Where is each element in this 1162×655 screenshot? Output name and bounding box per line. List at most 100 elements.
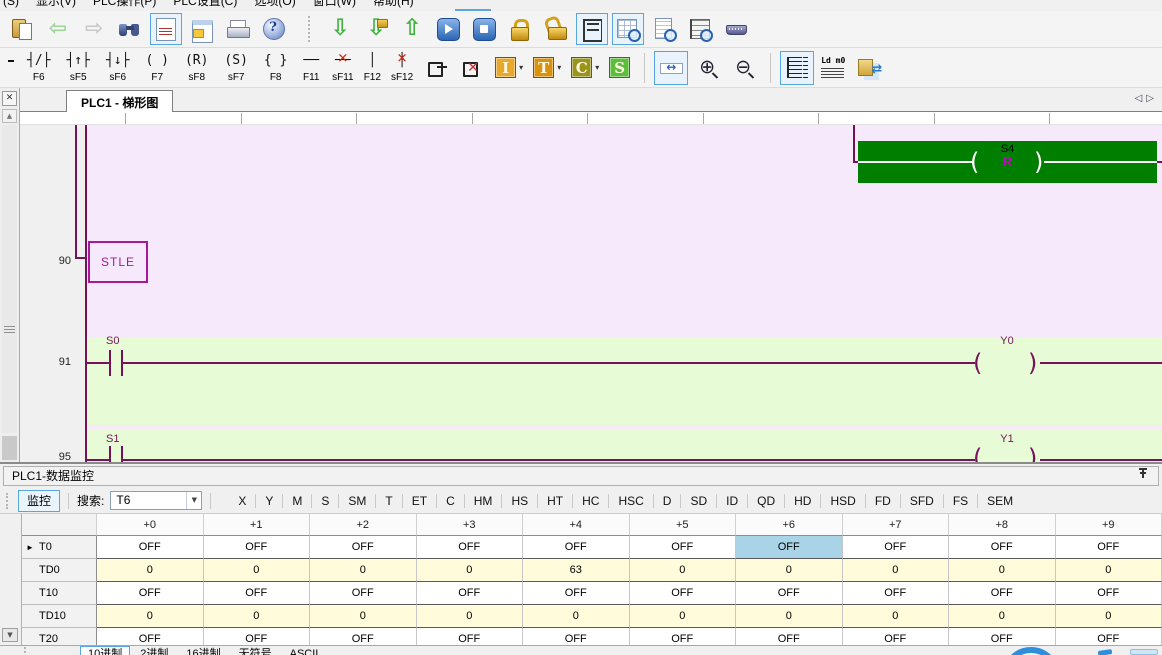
register-hd-button[interactable]: HD: [785, 492, 820, 510]
register-y-button[interactable]: Y: [256, 492, 282, 510]
search-combobox[interactable]: T6: [110, 491, 202, 510]
cell-td10-plus2[interactable]: 0: [310, 605, 417, 628]
monitor-toggle-button[interactable]: 监控: [18, 490, 60, 512]
cell-t0-plus0[interactable]: OFF: [97, 536, 204, 559]
cell-td10-plus4[interactable]: 0: [523, 605, 630, 628]
menu-item-3[interactable]: PLC设置(C): [173, 0, 237, 9]
register-sfd-button[interactable]: SFD: [901, 492, 943, 510]
row-header-t10[interactable]: T10: [22, 582, 97, 605]
cell-t0-plus1[interactable]: OFF: [204, 536, 311, 559]
cell-t10-plus9[interactable]: OFF: [1056, 582, 1162, 605]
menu-item-5[interactable]: 窗口(W): [313, 0, 356, 9]
cell-t20-plus3[interactable]: OFF: [417, 628, 524, 645]
zoom-out-button[interactable]: [726, 51, 760, 85]
ladder-monitor-button[interactable]: [576, 13, 608, 45]
cell-td10-plus6[interactable]: 0: [736, 605, 843, 628]
branch-delete-button[interactable]: [455, 51, 489, 85]
cell-t0-plus5[interactable]: OFF: [630, 536, 737, 559]
format-tab-2[interactable]: 16进制: [178, 646, 228, 655]
tab-plc1-ladder[interactable]: PLC1 - 梯形图: [66, 90, 173, 112]
register-d-button[interactable]: D: [654, 492, 681, 510]
format-tab-0[interactable]: 10进制: [80, 646, 130, 655]
download-program-button[interactable]: [324, 13, 356, 45]
register-sem-button[interactable]: SEM: [978, 492, 1022, 510]
combo-dropdown-icon[interactable]: [186, 492, 201, 509]
dropdown-arrow-icon[interactable]: ▾: [557, 63, 561, 72]
cell-td10-plus0[interactable]: 0: [97, 605, 204, 628]
register-id-button[interactable]: ID: [717, 492, 747, 510]
scrollbar-thumb[interactable]: [2, 436, 17, 460]
row-header-t20[interactable]: T20: [22, 628, 97, 645]
cell-t0-plus6[interactable]: OFF: [736, 536, 843, 559]
register-hsc-button[interactable]: HSC: [609, 492, 652, 510]
cell-t0-plus3[interactable]: OFF: [417, 536, 524, 559]
register-fd-button[interactable]: FD: [866, 492, 900, 510]
column-width-button[interactable]: [654, 51, 688, 85]
cell-t10-plus5[interactable]: OFF: [630, 582, 737, 605]
energized-coil-block[interactable]: S4 R: [858, 141, 1157, 183]
zoom-in-button[interactable]: [690, 51, 724, 85]
lock-button[interactable]: [504, 13, 536, 45]
instruction-s-button[interactable]: S: [605, 51, 634, 85]
cell-td0-plus2[interactable]: 0: [310, 559, 417, 582]
cell-td0-plus1[interactable]: 0: [204, 559, 311, 582]
vertical-scrollbar[interactable]: [2, 125, 17, 433]
menu-item-6[interactable]: 帮助(H): [373, 0, 414, 9]
coil-y0-paren-left[interactable]: [973, 350, 982, 376]
branch-draw-button[interactable]: [419, 51, 453, 85]
cell-t20-plus8[interactable]: OFF: [949, 628, 1056, 645]
contact-nc-button[interactable]: ┤/├F6: [20, 50, 57, 86]
paste-button[interactable]: [6, 13, 38, 45]
menu-item-0[interactable]: (S): [3, 0, 19, 9]
cell-td0-plus6[interactable]: 0: [736, 559, 843, 582]
instruction-i-button[interactable]: I▾: [491, 51, 527, 85]
cell-td0-plus9[interactable]: 0: [1056, 559, 1162, 582]
cell-t10-plus4[interactable]: OFF: [523, 582, 630, 605]
register-hs-button[interactable]: HS: [502, 492, 537, 510]
register-m-button[interactable]: M: [283, 492, 311, 510]
vline-button[interactable]: │F12: [360, 50, 385, 86]
cell-td0-plus3[interactable]: 0: [417, 559, 524, 582]
cell-t0-plus9[interactable]: OFF: [1056, 536, 1162, 559]
contact-falling-button[interactable]: ┤↓├sF6: [99, 50, 136, 86]
cell-t10-plus3[interactable]: OFF: [417, 582, 524, 605]
cell-td0-plus8[interactable]: 0: [949, 559, 1056, 582]
pin-icon[interactable]: [1138, 468, 1148, 480]
coil-reset-button[interactable]: (R)sF8: [178, 50, 215, 86]
cell-t10-plus6[interactable]: OFF: [736, 582, 843, 605]
cell-t20-plus1[interactable]: OFF: [204, 628, 311, 645]
menu-item-2[interactable]: PLC操作(P): [93, 0, 156, 9]
plc-run-button[interactable]: [432, 13, 464, 45]
register-x-button[interactable]: X: [229, 492, 255, 510]
cell-td10-plus8[interactable]: 0: [949, 605, 1056, 628]
find-button[interactable]: [114, 13, 146, 45]
menu-item-4[interactable]: 选项(O): [254, 0, 295, 9]
print-button[interactable]: [222, 13, 254, 45]
register-qd-button[interactable]: QD: [748, 492, 784, 510]
cell-t20-plus2[interactable]: OFF: [310, 628, 417, 645]
scroll-down-icon[interactable]: ▼: [2, 628, 18, 642]
contact-s0-bar-left[interactable]: [109, 350, 111, 376]
instruction-c-button[interactable]: C▾: [567, 51, 603, 85]
cell-t20-plus0[interactable]: OFF: [97, 628, 204, 645]
hline-button[interactable]: ──F11: [296, 50, 326, 86]
cell-td10-plus3[interactable]: 0: [417, 605, 524, 628]
coil-y1-paren-left[interactable]: [973, 445, 982, 462]
cell-td10-plus7[interactable]: 0: [843, 605, 950, 628]
close-icon[interactable]: ✕: [2, 91, 17, 106]
register-hc-button[interactable]: HC: [573, 492, 608, 510]
cell-td0-plus4[interactable]: 63: [523, 559, 630, 582]
plc-stop-button[interactable]: [468, 13, 500, 45]
hline-delete-button[interactable]: ──sF11: [328, 50, 358, 86]
cell-t0-plus4[interactable]: OFF: [523, 536, 630, 559]
unlock-button[interactable]: [540, 13, 572, 45]
contact-rising-button[interactable]: ┤↑├sF5: [59, 50, 96, 86]
cell-t10-plus2[interactable]: OFF: [310, 582, 417, 605]
find-in-doc-button[interactable]: [648, 13, 680, 45]
cell-td0-plus7[interactable]: 0: [843, 559, 950, 582]
cell-td10-plus1[interactable]: 0: [204, 605, 311, 628]
cell-t10-plus7[interactable]: OFF: [843, 582, 950, 605]
row-header-t0[interactable]: ►T0: [22, 536, 97, 559]
forward-button[interactable]: [78, 13, 110, 45]
convert-button[interactable]: [852, 51, 886, 85]
